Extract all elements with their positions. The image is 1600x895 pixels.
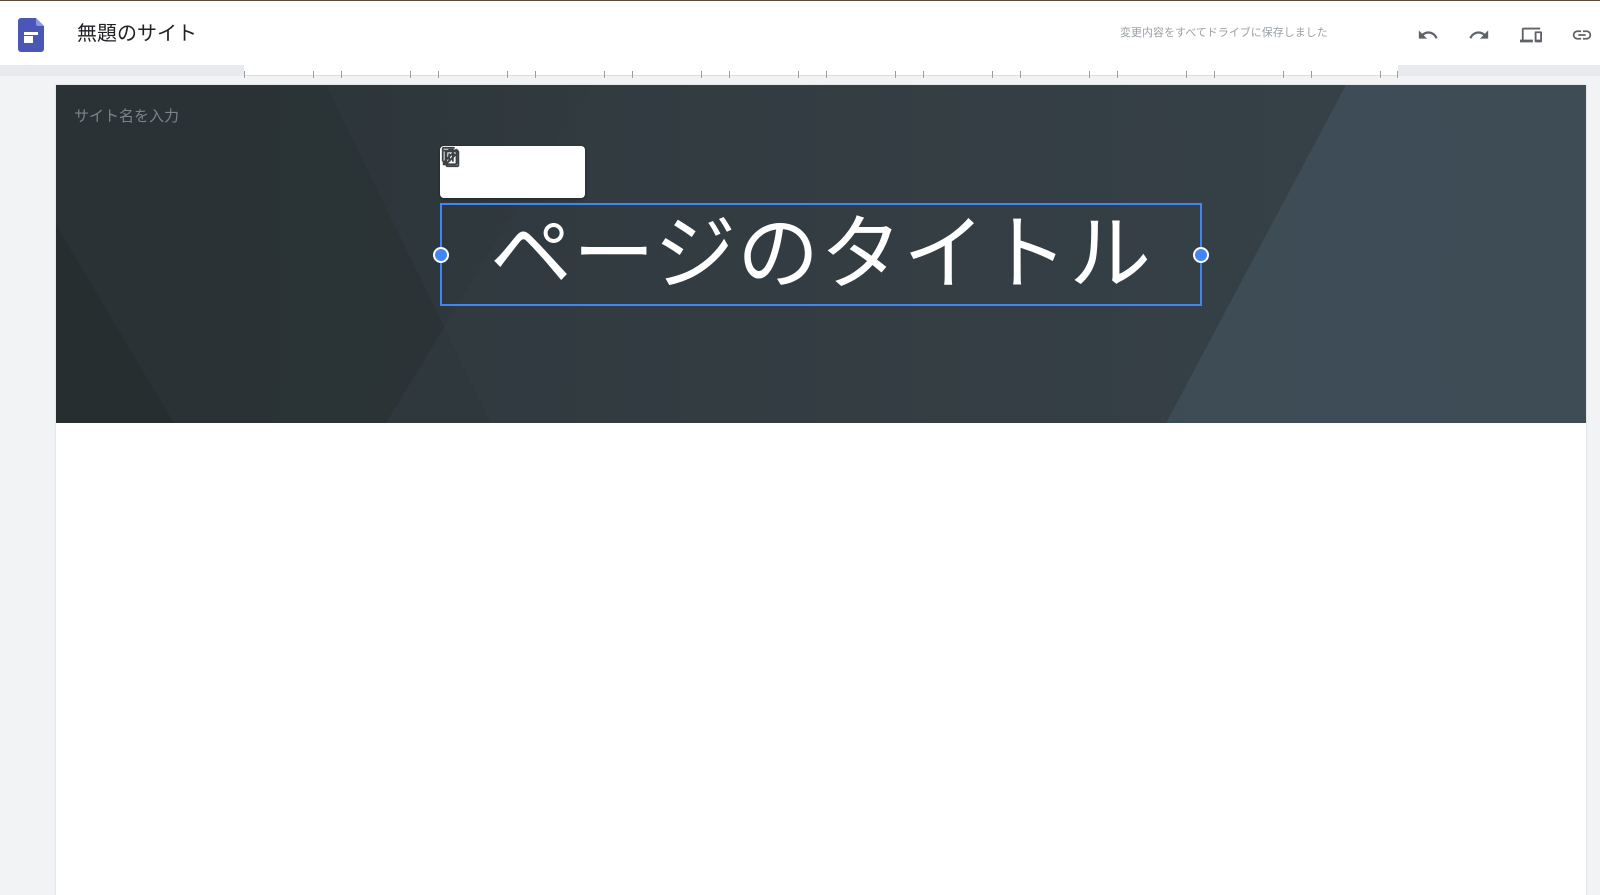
preview-devices-icon[interactable]	[1517, 21, 1545, 49]
resize-handle-left[interactable]	[433, 247, 449, 263]
redo-icon[interactable]	[1465, 21, 1493, 49]
site-document-title[interactable]: 無題のサイト	[77, 18, 197, 48]
site-name-input[interactable]: サイト名を入力	[74, 105, 179, 127]
resize-handle-right[interactable]	[1193, 247, 1209, 263]
header-banner[interactable]: サイト名を入力 ページのタイトル	[56, 85, 1586, 423]
layout-ruler	[244, 65, 1398, 78]
undo-icon[interactable]	[1414, 21, 1442, 49]
delete-icon[interactable]	[443, 148, 585, 192]
link-icon[interactable]	[1568, 21, 1596, 49]
duplicate-icon[interactable]	[441, 146, 540, 192]
page-title[interactable]: ページのタイトル	[490, 205, 1152, 305]
page-body[interactable]	[56, 423, 1586, 895]
title-edit-toolbar	[440, 146, 585, 198]
save-status-text: 変更内容をすべてドライブに保存しました	[1120, 26, 1328, 39]
app-bar: 無題のサイト 変更内容をすべてドライブに保存しました	[0, 0, 1600, 65]
page-title-textbox[interactable]: ページのタイトル	[433, 203, 1209, 306]
google-sites-logo-icon[interactable]	[18, 18, 44, 52]
page-canvas: サイト名を入力 ページのタイトル	[56, 85, 1586, 895]
